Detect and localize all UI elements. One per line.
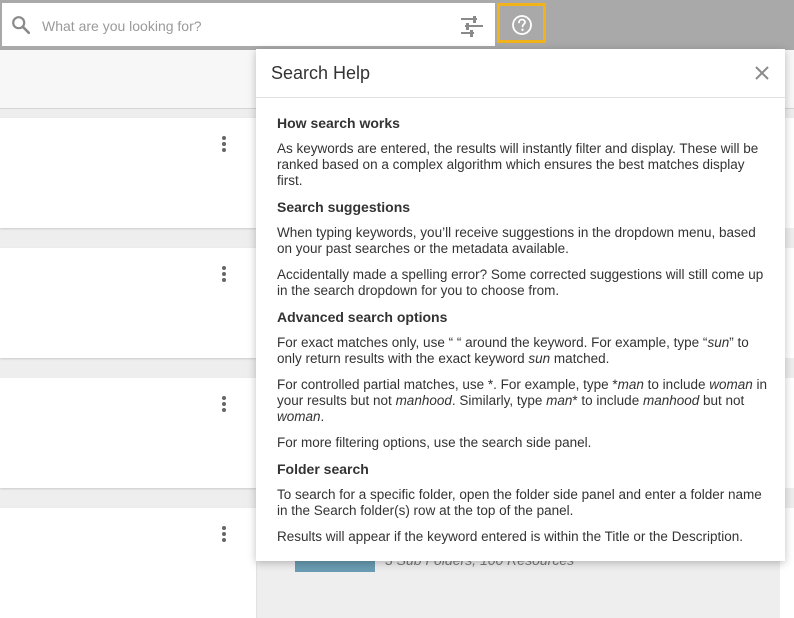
help-paragraph-partial: For controlled partial matches, use *. F… <box>277 377 767 425</box>
search-icon <box>12 16 31 35</box>
panel-header: Search Help <box>256 49 785 98</box>
help-button[interactable] <box>497 3 546 43</box>
example-keyword: woman <box>709 377 753 392</box>
folder-card[interactable] <box>0 248 256 358</box>
search-input[interactable] <box>40 3 444 48</box>
text-run: For exact matches only, use “ “ around t… <box>277 335 708 350</box>
text-run: to include <box>643 377 710 392</box>
more-vert-icon[interactable] <box>220 396 228 416</box>
text-run: . Similarly, type <box>451 393 547 408</box>
help-paragraph: Accidentally made a spelling error? Some… <box>277 267 764 298</box>
example-keyword: manhood <box>395 393 452 408</box>
help-paragraph: For more filtering options, use the sear… <box>277 435 592 450</box>
top-bar <box>0 0 794 50</box>
text-run: matched. <box>550 351 610 366</box>
help-circle-icon <box>512 15 532 35</box>
example-keyword: woman <box>277 409 321 424</box>
example-keyword: man <box>617 377 644 392</box>
help-paragraph-exact: For exact matches only, use “ “ around t… <box>277 335 767 367</box>
example-keyword: sun <box>528 351 551 366</box>
tune-icon[interactable] <box>459 15 485 37</box>
search-help-panel: Search Help How search works As keywords… <box>256 49 785 561</box>
more-vert-icon[interactable] <box>220 526 228 546</box>
folder-card[interactable] <box>0 508 256 618</box>
section-heading: How search works <box>277 115 400 131</box>
example-keyword: manhood <box>642 393 700 408</box>
folder-card[interactable] <box>0 118 256 228</box>
section-heading: Search suggestions <box>277 199 411 215</box>
text-run: * to include <box>572 393 643 408</box>
panel-title: Search Help <box>271 63 371 83</box>
more-vert-icon[interactable] <box>220 136 228 156</box>
section-heading: Folder search <box>277 461 369 477</box>
help-paragraph: As keywords are entered, the results wil… <box>277 141 759 188</box>
example-keyword: man <box>546 393 573 408</box>
more-vert-icon[interactable] <box>220 266 228 286</box>
close-icon[interactable] <box>753 64 771 82</box>
help-paragraph: Results will appear if the keyword enter… <box>277 529 743 544</box>
text-run: For controlled partial matches, use *. F… <box>277 377 618 392</box>
example-keyword: sun <box>707 335 730 350</box>
section-heading: Advanced search options <box>277 309 448 325</box>
search-box[interactable] <box>2 3 495 48</box>
text-run: . <box>320 409 325 424</box>
folder-card[interactable] <box>0 378 256 488</box>
panel-body: How search works As keywords are entered… <box>277 115 767 555</box>
help-paragraph: When typing keywords, you’ll receive sug… <box>277 225 756 256</box>
text-run: but not <box>699 393 745 408</box>
help-paragraph: To search for a specific folder, open th… <box>277 487 762 518</box>
